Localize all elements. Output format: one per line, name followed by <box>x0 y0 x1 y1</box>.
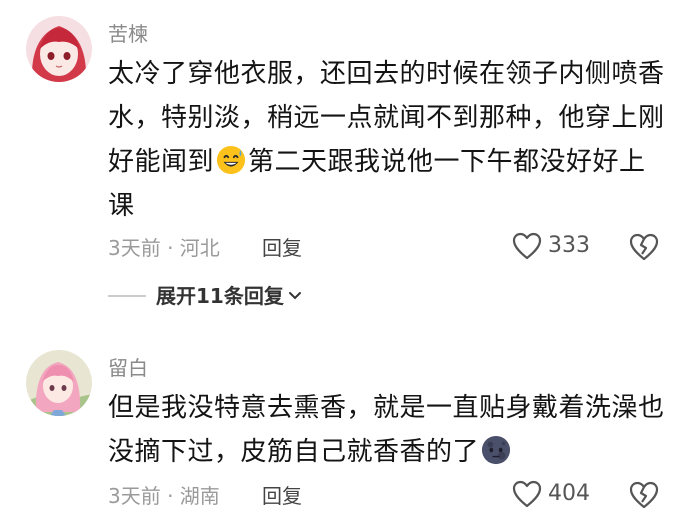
comment-line: 好能闻到 第二天跟我说他一下午都没好好上 <box>108 145 646 177</box>
comment-meta: 3天前 · 湖南 <box>108 484 220 508</box>
broken-heart-icon[interactable] <box>628 480 660 510</box>
username[interactable]: 留白 <box>108 354 148 382</box>
comment-meta: 3天前 · 河北 <box>108 236 220 260</box>
expand-replies-label: 展开11条回复 <box>156 284 284 308</box>
comment-text: 太冷了穿他衣服，还回去的时候在领子内侧喷香 水，特别淡，稍远一点就闻不到那种，他… <box>108 52 668 228</box>
chevron-down-icon <box>288 292 301 300</box>
reply-button[interactable]: 回复 <box>262 482 302 510</box>
comment-line: 但是我没特意去熏香，就是一直贴身戴着洗澡也 <box>108 393 665 423</box>
grinning-sweat-emoji <box>216 145 246 175</box>
avatar[interactable] <box>26 16 92 82</box>
heart-icon <box>512 232 542 260</box>
like-count: 404 <box>548 481 590 506</box>
comment-line: 太冷了穿他衣服，还回去的时候在领子内侧喷香 <box>108 59 665 89</box>
username[interactable]: 苦楝 <box>108 20 148 48</box>
broken-heart-icon[interactable] <box>628 232 660 262</box>
comment-text: 但是我没特意去熏香，就是一直贴身戴着洗澡也 没摘下过，皮筋自己就香香的了 <box>108 386 668 474</box>
comment: 苦楝 太冷了穿他衣服，还回去的时候在领子内侧喷香 水，特别淡，稍远一点就闻不到那… <box>0 0 690 330</box>
comment-line: 课 <box>108 191 135 221</box>
like-button[interactable]: 333 <box>512 232 590 260</box>
avatar[interactable] <box>26 350 92 416</box>
comment-line: 没摘下过，皮筋自己就香香的了 <box>108 430 668 474</box>
avatar-image <box>26 350 92 416</box>
comment-line: 水，特别淡，稍远一点就闻不到那种，他穿上刚 <box>108 103 665 133</box>
comment: 留白 但是我没特意去熏香，就是一直贴身戴着洗澡也 没摘下过，皮筋自己就香香的了 … <box>0 330 690 521</box>
divider <box>108 295 146 297</box>
like-count: 333 <box>548 233 590 258</box>
like-button[interactable]: 404 <box>512 480 590 508</box>
reply-button[interactable]: 回复 <box>262 234 302 262</box>
dark-moon-face-emoji <box>481 435 511 465</box>
avatar-image <box>26 16 92 82</box>
expand-replies-button[interactable]: 展开11条回复 <box>108 282 302 310</box>
heart-icon <box>512 480 542 508</box>
